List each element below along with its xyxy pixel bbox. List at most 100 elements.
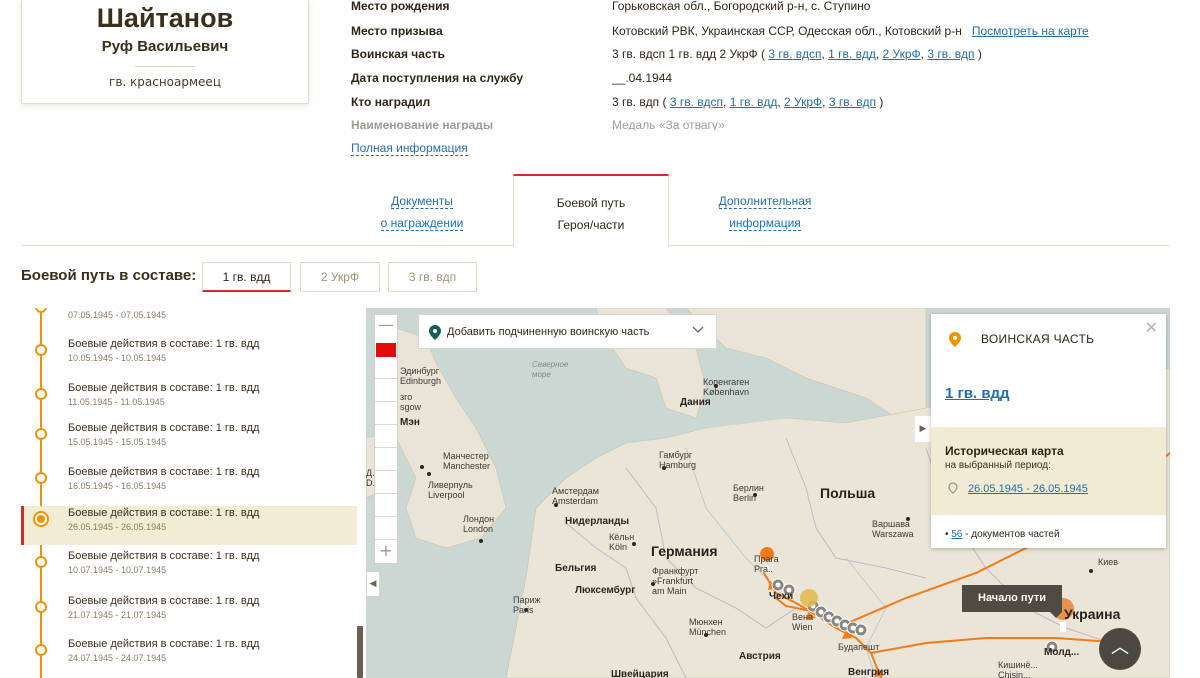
map-label-ukraine: Украина: [1064, 606, 1121, 622]
timeline-item[interactable]: Боевые действия в составе: 1 гв. вдд 21.0…: [21, 594, 357, 633]
timeline-dot-icon: [35, 556, 47, 568]
unit-link[interactable]: 3 гв. вдп: [829, 95, 876, 109]
map-label-amsterdam: Амстердам Amsterdam: [552, 486, 599, 506]
hero-divider: [135, 66, 195, 67]
info-row-birthplace: Место рождения Горьковская обл., Богород…: [351, 0, 1181, 23]
panel-header: ВОИНСКАЯ ЧАСТЬ: [981, 332, 1095, 346]
timeline-item-title: Боевые действия в составе: 1 гв. вдд: [68, 550, 260, 562]
historical-map-period-link[interactable]: 26.05.1945 - 26.05.1945: [968, 483, 1088, 495]
timeline-item[interactable]: Боевые действия в составе: 1 гв. вдд07.0…: [21, 308, 357, 333]
map-label-netherlands: Нидерланды: [565, 516, 629, 527]
hero-surname: Шайтанов: [96, 3, 234, 33]
map-label-poland: Польша: [820, 485, 876, 501]
info-value: __.04.1944: [612, 71, 673, 86]
timeline-dot-icon: [35, 601, 47, 613]
add-subordinate-unit-dropdown[interactable]: Добавить подчиненную воинскую часть: [418, 314, 717, 349]
unit-docs-count: • 56 - документов частей: [945, 529, 1060, 540]
unit-link[interactable]: 2 УкрФ: [784, 95, 822, 109]
map-label-edinburgh: Эдинбург Edinburgh: [400, 366, 442, 386]
info-label: Дата поступления на службу: [351, 71, 524, 86]
start-of-path-tooltip: Начало пути: [962, 585, 1062, 618]
tab-additional-info[interactable]: Дополнительная информация: [687, 174, 843, 246]
info-value: 3 гв. вдп ( 3 гв. вдсп, 1 гв. вдд, 2 Укр…: [612, 94, 884, 109]
timeline-item[interactable]: Боевые действия в составе: 1 гв. вдд 10.0…: [21, 549, 357, 588]
unit-link[interactable]: 3 гв. вдсп: [768, 47, 821, 61]
collapse-panel-button[interactable]: ▶: [915, 416, 931, 442]
map-label-switzerland: Швейцария: [611, 669, 669, 678]
main-tabs: Документы о награждении Боевой путь Геро…: [21, 174, 1170, 247]
historical-map-title: Историческая карта: [945, 444, 1064, 458]
timeline-item-dates: 24.07.1945 - 24.07.1945: [68, 653, 167, 663]
map-label-hamburg: Гамбург Hamburg: [659, 450, 697, 470]
battle-path-title: Боевой путь в составе:: [21, 267, 197, 284]
map-pin-icon: [429, 325, 441, 340]
map-label-sea: Северное море: [532, 360, 569, 379]
unit-link[interactable]: 1 гв. вдд: [730, 95, 778, 109]
timeline-scrollbar[interactable]: [357, 626, 363, 678]
map-label-denmark: Дания: [680, 397, 711, 408]
map-label-belgium: Бельгия: [555, 563, 597, 574]
map-zoom-control[interactable]: — +: [374, 314, 398, 564]
info-value: 3 гв. вдсп 1 гв. вдд 2 УкрФ ( 3 гв. вдсп…: [612, 47, 982, 62]
unit-link[interactable]: 3 гв. вдсп: [670, 95, 723, 109]
scroll-to-top-button[interactable]: ︿: [1099, 628, 1141, 670]
unit-info-panel: ✕ ВОИНСКАЯ ЧАСТЬ 1 гв. вдд Историческая …: [931, 314, 1166, 548]
map-label-copenhagen: Копенгаген København: [703, 377, 750, 397]
map-label-berlin: Берлин Berlin: [733, 483, 764, 503]
timeline-item-title: Боевые действия в составе: 1 гв. вдд: [68, 507, 260, 519]
timeline-item-dates: 21.07.1945 - 21.07.1945: [68, 610, 167, 620]
tab-award-documents[interactable]: Документы о награждении: [344, 174, 500, 246]
timeline-item-dates: 11.05.1945 - 11.05.1945: [68, 397, 165, 407]
zoom-out-button[interactable]: —: [375, 315, 397, 337]
battle-path-tab-1gvvdd[interactable]: 1 гв. вдд: [202, 262, 291, 292]
timeline-item[interactable]: Боевые действия в составе: 1 гв. вдд 16.0…: [21, 465, 357, 504]
battle-path-tab-2ukrf[interactable]: 2 УкрФ: [300, 262, 380, 292]
timeline-item-title: Боевые действия в составе: 1 гв. вдд: [68, 382, 260, 394]
timeline-item[interactable]: Боевые действия в составе: 1 гв. вдд 26.0…: [21, 506, 357, 545]
info-value: Котовский РВК, Украинская ССР, Одесская …: [612, 23, 1089, 38]
tab-battle-path[interactable]: Боевой путь Героя/части: [513, 174, 669, 247]
map-label-liverpool: Ливерпуль Liverpool: [428, 480, 473, 500]
historical-map-subtitle: на выбранный период:: [945, 460, 1051, 471]
timeline-item[interactable]: Боевые действия в составе: 1 гв. вдд 10.0…: [21, 337, 357, 376]
add-unit-label: Добавить подчиненную воинскую часть: [447, 326, 650, 338]
full-info-link[interactable]: Полная информация: [351, 141, 468, 156]
timeline-item-dates: 10.07.1945 - 10.07.1945: [68, 565, 167, 575]
timeline-item-dates: 07.05.1945 - 07.05.1945: [68, 310, 167, 320]
unit-link[interactable]: 1 гв. вдд: [828, 47, 876, 61]
zoom-in-button[interactable]: +: [375, 541, 397, 563]
map-label-moldova: Молд...: [1044, 647, 1080, 658]
map-label-austria: Австрия: [739, 651, 781, 662]
map-label-chisinau: Кишинё... Chișin...: [998, 660, 1038, 678]
zoom-level-indicator: [376, 343, 396, 357]
close-icon[interactable]: ✕: [1145, 318, 1158, 337]
battle-path-tab-3gvvdp[interactable]: 3 гв. вдп: [388, 262, 477, 292]
docs-count-link[interactable]: 56: [951, 529, 962, 540]
show-on-map-link[interactable]: Посмотреть на карте: [972, 24, 1089, 38]
timeline-item[interactable]: Боевые действия в составе: 1 гв. вдд 15.0…: [21, 421, 357, 460]
info-row-military-unit: Воинская часть 3 гв. вдсп 1 гв. вдд 2 Ук…: [351, 47, 1181, 71]
info-label: Наименование награды: [351, 118, 494, 131]
info-value: Медаль «За отвагу»: [612, 118, 725, 131]
timeline-item-title: Боевые действия в составе: 1 гв. вдд: [68, 638, 260, 650]
map-label-munich: Мюнхен München: [689, 617, 727, 637]
timeline-dot-icon: [35, 344, 47, 356]
map-label-prague: Прага Pra..: [754, 554, 779, 574]
collapse-timeline-button[interactable]: ◀: [366, 571, 380, 597]
timeline-item[interactable]: Боевые действия в составе: 1 гв. вдд 11.0…: [21, 381, 357, 420]
timeline-item-title: Боевые действия в составе: 1 гв. вдд: [68, 338, 260, 350]
timeline-list[interactable]: Боевые действия в составе: 1 гв. вдд 07.0…: [21, 308, 364, 678]
timeline-item-dates: 16.05.1945 - 16.05.1945: [68, 481, 167, 491]
panel-unit-link[interactable]: 1 гв. вдд: [945, 385, 1010, 402]
map-label-paris: Париж Paris: [513, 595, 541, 615]
unit-link[interactable]: 3 гв. вдп: [927, 47, 974, 61]
map-label-luxembourg: Люксембург: [575, 585, 636, 596]
info-label: Место призыва: [351, 23, 443, 38]
battle-map[interactable]: Северное море Эдинбург Edinburgh зго sgo…: [366, 308, 1170, 678]
timeline-item[interactable]: Боевые действия в составе: 1 гв. вдд 24.0…: [21, 637, 357, 676]
map-label-koln: Кёльн Köln: [609, 532, 635, 552]
unit-link[interactable]: 2 УкрФ: [883, 47, 921, 61]
map-label-budapest: Будапешт: [838, 642, 880, 652]
chevron-down-icon: [692, 326, 704, 333]
historical-map-block: Историческая карта на выбранный период: …: [931, 427, 1166, 515]
